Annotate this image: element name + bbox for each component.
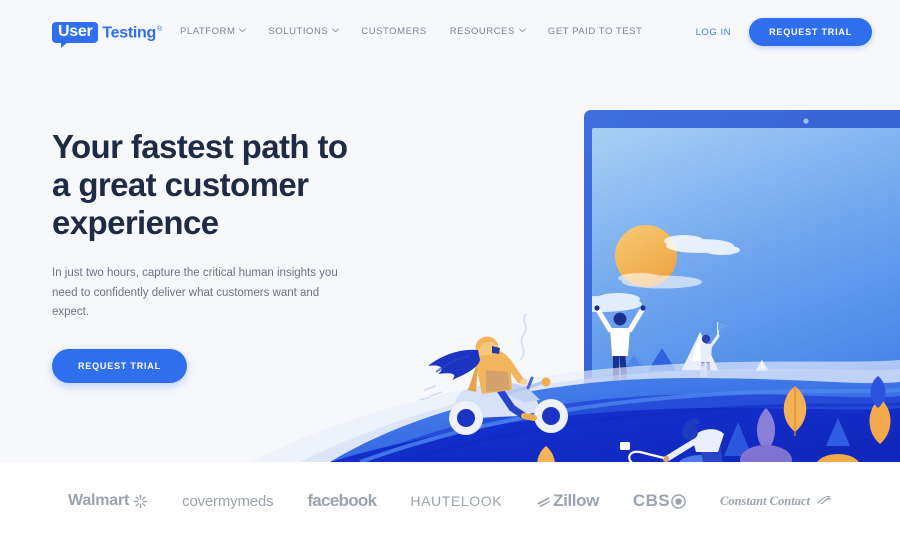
headline-line-3: experience [52,204,219,241]
nav-label: RESOURCES [449,26,515,37]
main-navigation: PLATFORM SOLUTIONS CUSTOMERS RESOURCES G… [180,26,642,37]
login-link[interactable]: LOG IN [696,27,732,38]
client-logo-bar: Walmart covermymeds facebook HAUTELOOK Z… [0,462,900,540]
site-header: User Testing® PLATFORM SOLUTIONS CUSTOME… [0,0,900,64]
client-logo-covermymeds: covermymeds [182,493,273,510]
client-name: HAUTELOOK [410,493,503,509]
client-logo-walmart: Walmart [68,492,148,510]
spark-icon [133,494,148,509]
usertesting-logo[interactable]: User Testing® [52,21,162,48]
client-name: Zillow [553,491,599,510]
client-name: covermymeds [182,492,274,510]
headline-line-2: a great customer [52,166,309,203]
nav-item-get-paid-to-test[interactable]: GET PAID TO TEST [548,26,643,37]
logo-secondary-text: Testing® [102,24,162,42]
client-logo-cbs: CBS [633,491,686,511]
logo-bubble: User [52,21,99,48]
chevron-down-icon [332,28,340,34]
client-name: Walmart [68,492,130,509]
page-title: Your fastest path to a great customer ex… [52,128,412,242]
client-name: CBS [632,491,670,510]
client-name: Constant Contact [720,493,810,508]
header-request-trial-button[interactable]: REQUEST TRIAL [749,18,872,46]
landing-page: User Testing® PLATFORM SOLUTIONS CUSTOME… [0,0,900,540]
client-logo-zillow: Zillow [536,491,599,511]
client-name: facebook [307,491,377,510]
client-logo-facebook: facebook [307,491,377,511]
chevron-down-icon [519,28,526,34]
nav-label: PLATFORM [180,26,236,37]
nav-item-platform[interactable]: PLATFORM [180,26,247,37]
nav-item-solutions[interactable]: SOLUTIONS [268,26,340,37]
chevron-down-icon [239,28,247,34]
nav-label: SOLUTIONS [268,26,329,37]
header-actions: LOG IN REQUEST TRIAL [696,18,872,46]
hero-request-trial-button[interactable]: REQUEST TRIAL [52,348,187,383]
hero-subheading: In just two hours, capture the critical … [52,267,338,318]
registered-mark-icon: ® [157,26,162,34]
nav-label: GET PAID TO TEST [547,26,643,37]
nav-item-customers[interactable]: CUSTOMERS [361,26,426,37]
zillow-swoosh-icon [536,494,552,508]
client-logo-constant-contact: Constant Contact [720,494,832,509]
client-logo-hautelook: HAUTELOOK [410,493,502,509]
nav-item-resources[interactable]: RESOURCES [449,26,526,37]
constant-contact-icon [814,495,832,507]
nav-label: CUSTOMERS [361,26,427,37]
hero-content: Your fastest path to a great customer ex… [52,128,412,383]
headline-line-1: Your fastest path to [52,128,348,165]
cbs-eye-icon [671,493,686,509]
logo-primary-text: User [58,22,93,40]
